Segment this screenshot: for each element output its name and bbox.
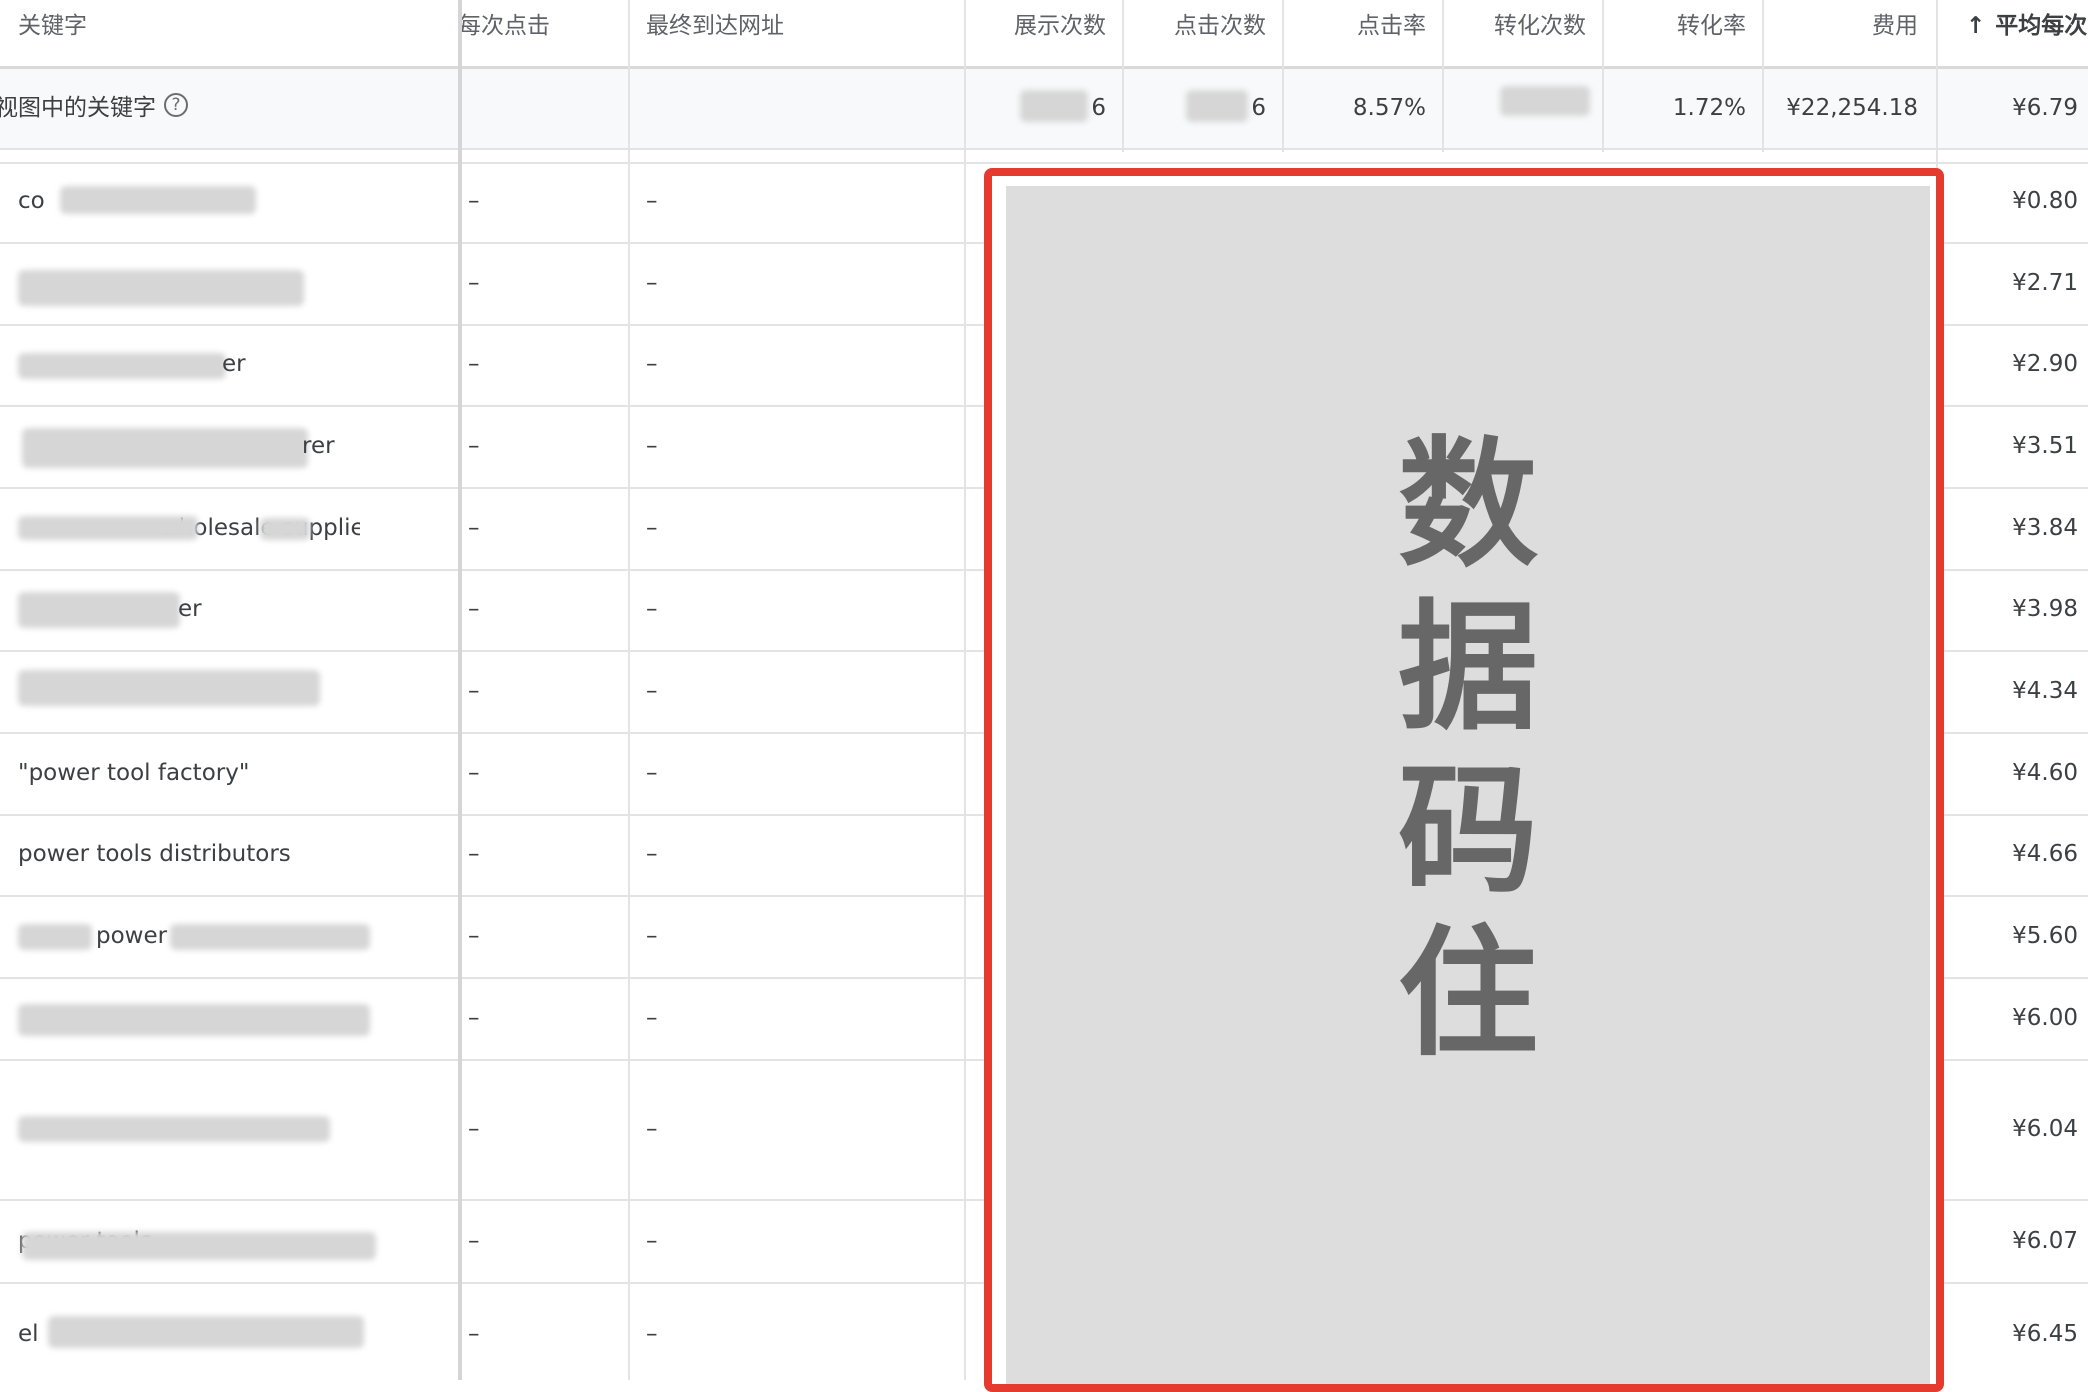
avg-cpc-cell: ¥3.84 bbox=[2012, 515, 2078, 541]
keyword-cell[interactable]: er bbox=[222, 349, 282, 379]
blurred-keyword bbox=[22, 428, 308, 468]
header-keyword[interactable]: 关键字 bbox=[18, 11, 438, 41]
blurred-keyword bbox=[18, 1116, 330, 1142]
max-cpc-cell: – bbox=[468, 351, 480, 377]
max-cpc-cell: – bbox=[468, 596, 480, 622]
redaction-overlay: 数 据 码 住 bbox=[984, 168, 1944, 1392]
header-max-cpc[interactable]: 每次点击 bbox=[458, 11, 628, 41]
final-url-cell: – bbox=[646, 1005, 658, 1031]
max-cpc-cell: – bbox=[468, 1321, 480, 1347]
blurred-keyword bbox=[18, 516, 198, 540]
redaction-watermark-text: 数 据 码 住 bbox=[1006, 424, 1930, 1076]
blurred-keyword bbox=[18, 670, 320, 706]
final-url-cell: – bbox=[646, 270, 658, 296]
summary-clicks: 6 bbox=[1251, 95, 1266, 121]
avg-cpc-cell: ¥6.45 bbox=[2012, 1321, 2078, 1347]
header-final-url[interactable]: 最终到达网址 bbox=[646, 11, 946, 41]
header-conv-rate[interactable]: 转化率 bbox=[1606, 11, 1746, 41]
header-conversions[interactable]: 转化次数 bbox=[1446, 11, 1586, 41]
final-url-cell: – bbox=[646, 1321, 658, 1347]
final-url-cell: – bbox=[646, 351, 658, 377]
summary-impressions: 6 bbox=[1091, 95, 1106, 121]
avg-cpc-cell: ¥2.90 bbox=[2012, 351, 2078, 377]
avg-cpc-cell: ¥4.34 bbox=[2012, 678, 2078, 704]
final-url-cell: – bbox=[646, 433, 658, 459]
max-cpc-cell: – bbox=[468, 923, 480, 949]
watermark-char: 数 bbox=[1397, 424, 1538, 587]
arrow-up-icon: ↑ bbox=[1966, 13, 1986, 39]
blurred-keyword bbox=[18, 270, 304, 306]
blurred-keyword bbox=[18, 592, 180, 628]
final-url-cell: – bbox=[646, 1228, 658, 1254]
max-cpc-cell: – bbox=[468, 1005, 480, 1031]
avg-cpc-cell: ¥6.04 bbox=[2012, 1116, 2078, 1142]
redaction-fill: 数 据 码 住 bbox=[1006, 186, 1930, 1384]
blurred-keyword bbox=[22, 1232, 376, 1260]
final-url-cell: – bbox=[646, 923, 658, 949]
avg-cpc-cell: ¥4.60 bbox=[2012, 760, 2078, 786]
final-url-cell: – bbox=[646, 760, 658, 786]
blurred-keyword bbox=[60, 186, 256, 214]
blurred-keyword bbox=[48, 1316, 364, 1348]
final-url-cell: – bbox=[646, 188, 658, 214]
avg-cpc-cell: ¥3.51 bbox=[2012, 433, 2078, 459]
header-avg-cpc-label: 平均每次 bbox=[1995, 13, 2088, 39]
blurred-keyword bbox=[260, 518, 310, 540]
max-cpc-cell: – bbox=[468, 433, 480, 459]
keyword-cell[interactable]: er bbox=[178, 594, 238, 624]
final-url-cell: – bbox=[646, 515, 658, 541]
help-circle-icon[interactable]: ? bbox=[164, 93, 188, 117]
avg-cpc-cell: ¥6.00 bbox=[2012, 1005, 2078, 1031]
header-impressions[interactable]: 展示次数 bbox=[966, 11, 1106, 41]
watermark-char: 住 bbox=[1397, 913, 1538, 1076]
max-cpc-cell: – bbox=[468, 1116, 480, 1142]
summary-ctr: 8.57% bbox=[1352, 95, 1426, 121]
keyword-cell[interactable]: rer bbox=[302, 431, 362, 461]
max-cpc-cell: – bbox=[468, 270, 480, 296]
max-cpc-cell: – bbox=[468, 1228, 480, 1254]
max-cpc-cell: – bbox=[468, 678, 480, 704]
blurred-conversions bbox=[1500, 86, 1590, 116]
avg-cpc-cell: ¥3.98 bbox=[2012, 596, 2078, 622]
header-cost[interactable]: 费用 bbox=[1766, 11, 1918, 41]
avg-cpc-cell: ¥0.80 bbox=[2012, 188, 2078, 214]
max-cpc-cell: – bbox=[468, 760, 480, 786]
avg-cpc-cell: ¥4.66 bbox=[2012, 841, 2078, 867]
avg-cpc-cell: ¥2.71 bbox=[2012, 270, 2078, 296]
final-url-cell: – bbox=[646, 678, 658, 704]
summary-label: 视图中的关键字 bbox=[0, 95, 156, 121]
max-cpc-cell: – bbox=[468, 515, 480, 541]
keyword-cell[interactable]: "power tool factory" bbox=[18, 758, 438, 788]
max-cpc-cell: – bbox=[468, 841, 480, 867]
final-url-cell: – bbox=[646, 841, 658, 867]
header-ctr[interactable]: 点击率 bbox=[1286, 11, 1426, 41]
summary-avg-cpc: ¥6.79 bbox=[2012, 95, 2078, 121]
blurred-keyword bbox=[18, 353, 226, 379]
max-cpc-cell: – bbox=[468, 188, 480, 214]
keyword-cell[interactable]: power tools distributors bbox=[18, 839, 438, 869]
summary-conv-rate: 1.72% bbox=[1672, 95, 1746, 121]
final-url-cell: – bbox=[646, 1116, 658, 1142]
watermark-char: 据 bbox=[1397, 587, 1538, 750]
avg-cpc-cell: ¥6.07 bbox=[2012, 1228, 2078, 1254]
summary-cost: ¥22,254.18 bbox=[1786, 95, 1918, 121]
blurred-keyword bbox=[18, 924, 92, 950]
keyword-cell[interactable]: power bbox=[96, 921, 176, 951]
avg-cpc-cell: ¥5.60 bbox=[2012, 923, 2078, 949]
header-avg-cpc[interactable]: ↑ 平均每次 bbox=[1966, 11, 2088, 41]
header-clicks[interactable]: 点击次数 bbox=[1126, 11, 1266, 41]
blurred-keyword bbox=[170, 924, 370, 950]
blurred-keyword bbox=[18, 1004, 370, 1036]
watermark-char: 码 bbox=[1397, 750, 1538, 913]
final-url-cell: – bbox=[646, 596, 658, 622]
